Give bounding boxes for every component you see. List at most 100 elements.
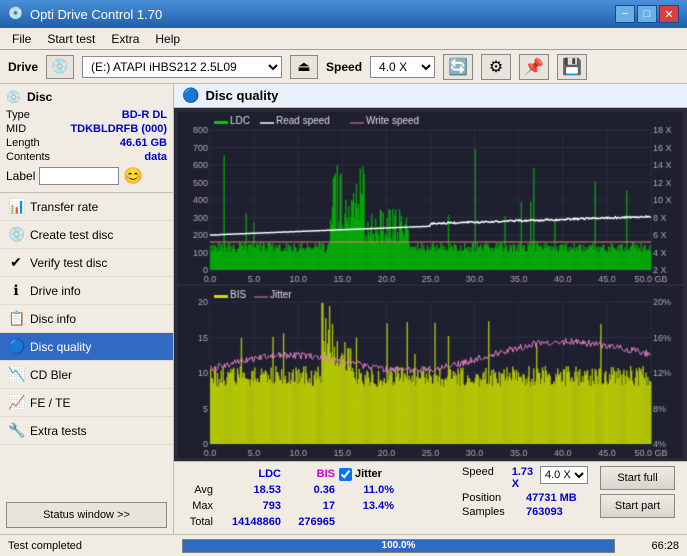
- disc-label-icon[interactable]: 😊: [123, 166, 143, 186]
- disc-mid-label: MID: [6, 123, 26, 135]
- bookmarks-button[interactable]: 📌: [519, 54, 549, 80]
- position-value: 47731 MB: [526, 492, 577, 504]
- disc-length-label: Length: [6, 137, 40, 149]
- disc-label-input[interactable]: [39, 167, 119, 185]
- menu-file[interactable]: File: [4, 30, 39, 48]
- charts-container: [174, 108, 687, 461]
- stats-row-avg: Avg 18.53 0.36 11.0%: [182, 482, 454, 498]
- ldc-chart-canvas: [178, 112, 683, 284]
- title-bar-left: 💿 Opti Drive Control 1.70: [8, 6, 162, 22]
- total-label: Total: [182, 514, 217, 530]
- window-controls: − □ ✕: [615, 5, 679, 23]
- disc-header: 💿 Disc: [6, 90, 167, 104]
- main-layout: 💿 Disc Type BD-R DL MID TDKBLDRFB (000) …: [0, 84, 687, 534]
- start-part-button[interactable]: Start part: [600, 494, 675, 518]
- disc-type-value: BD-R DL: [122, 109, 167, 121]
- sidebar-item-label: Create test disc: [30, 228, 113, 242]
- sidebar-item-transfer-rate[interactable]: 📊 Transfer rate: [0, 193, 173, 221]
- disc-contents-row: Contents data: [6, 150, 167, 164]
- disc-length-row: Length 46.61 GB: [6, 136, 167, 150]
- close-button[interactable]: ✕: [659, 5, 679, 23]
- app-title: Opti Drive Control 1.70: [30, 7, 162, 22]
- total-bis: 276965: [285, 514, 335, 530]
- save-button[interactable]: 💾: [557, 54, 587, 80]
- eject-button[interactable]: ⏏: [290, 55, 318, 79]
- stats-empty: [182, 466, 217, 482]
- disc-label-row: Label 😊: [6, 166, 167, 186]
- disc-mid-row: MID TDKBLDRFB (000): [6, 122, 167, 136]
- position-label: Position: [462, 492, 522, 504]
- disc-quality-title: Disc quality: [205, 88, 278, 103]
- speed-row: Speed 1.73 X 4.0 X: [462, 466, 588, 490]
- menu-extra[interactable]: Extra: [103, 30, 147, 48]
- total-jitter: [339, 514, 394, 530]
- disc-panel: 💿 Disc Type BD-R DL MID TDKBLDRFB (000) …: [0, 84, 173, 193]
- chart-ldc: [178, 112, 683, 284]
- disc-type-label: Type: [6, 109, 30, 121]
- max-jitter: 13.4%: [339, 498, 394, 514]
- stats-bis-header: BIS: [285, 466, 335, 482]
- content-area: 🔵 Disc quality LDC BIS: [174, 84, 687, 534]
- verify-test-disc-icon: ✔: [8, 254, 24, 271]
- drive-icon-btn[interactable]: 💿: [46, 55, 74, 79]
- speed-label: Speed: [326, 60, 362, 74]
- action-buttons: Start full Start part: [596, 466, 679, 518]
- stats-row-max: Max 793 17 13.4%: [182, 498, 454, 514]
- speed-info-select[interactable]: 4.0 X: [540, 466, 588, 484]
- cd-bler-icon: 📉: [8, 366, 24, 383]
- max-label: Max: [182, 498, 217, 514]
- sidebar-item-drive-info[interactable]: ℹ Drive info: [0, 277, 173, 305]
- disc-mid-value: TDKBLDRFB (000): [70, 123, 167, 135]
- status-window-button[interactable]: Status window >>: [6, 502, 167, 528]
- refresh-button[interactable]: 🔄: [443, 54, 473, 80]
- maximize-button[interactable]: □: [637, 5, 657, 23]
- sidebar-item-extra-tests[interactable]: 🔧 Extra tests: [0, 417, 173, 445]
- drive-label: Drive: [8, 60, 38, 74]
- menu-bar: File Start test Extra Help: [0, 28, 687, 50]
- sidebar-item-fe-te[interactable]: 📈 FE / TE: [0, 389, 173, 417]
- jitter-checkbox[interactable]: [339, 468, 352, 481]
- transfer-rate-icon: 📊: [8, 198, 24, 215]
- chart-bis: [178, 286, 683, 458]
- bis-chart-canvas: [178, 286, 683, 458]
- menu-help[interactable]: Help: [147, 30, 188, 48]
- settings-button[interactable]: ⚙: [481, 54, 511, 80]
- sidebar-item-disc-info[interactable]: 📋 Disc info: [0, 305, 173, 333]
- disc-quality-header: 🔵 Disc quality: [174, 84, 687, 108]
- avg-ldc: 18.53: [221, 482, 281, 498]
- progress-text: 100.0%: [382, 540, 416, 551]
- disc-contents-label: Contents: [6, 151, 50, 163]
- stats-jitter-header: Jitter: [339, 466, 454, 482]
- jitter-label: Jitter: [355, 466, 382, 482]
- minimize-button[interactable]: −: [615, 5, 635, 23]
- disc-header-title: Disc: [27, 90, 52, 104]
- avg-jitter: 11.0%: [339, 482, 394, 498]
- sidebar-item-cd-bler[interactable]: 📉 CD Bler: [0, 361, 173, 389]
- sidebar-item-label: Drive info: [30, 284, 81, 298]
- sidebar-item-label: CD Bler: [30, 368, 72, 382]
- speed-info-label: Speed: [462, 466, 508, 490]
- sidebar-item-label: Transfer rate: [30, 200, 98, 214]
- status-time: 66:28: [619, 540, 679, 552]
- create-test-disc-icon: 💿: [8, 226, 24, 243]
- disc-length-value: 46.61 GB: [120, 137, 167, 149]
- sidebar-item-create-test-disc[interactable]: 💿 Create test disc: [0, 221, 173, 249]
- drive-select[interactable]: (E:) ATAPI iHBS212 2.5L09: [82, 56, 282, 78]
- status-text: Test completed: [8, 540, 178, 552]
- samples-label: Samples: [462, 506, 522, 518]
- title-bar: 💿 Opti Drive Control 1.70 − □ ✕: [0, 0, 687, 28]
- samples-row: Samples 763093: [462, 506, 588, 518]
- sidebar-item-disc-quality[interactable]: 🔵 Disc quality: [0, 333, 173, 361]
- speed-select[interactable]: 4.0 X 8.0 X 2.0 X Max X: [370, 56, 435, 78]
- sidebar-item-verify-test-disc[interactable]: ✔ Verify test disc: [0, 249, 173, 277]
- disc-type-row: Type BD-R DL: [6, 108, 167, 122]
- sidebar-item-label: Verify test disc: [30, 256, 107, 270]
- extra-tests-icon: 🔧: [8, 422, 24, 439]
- fe-te-icon: 📈: [8, 394, 24, 411]
- avg-bis: 0.36: [285, 482, 335, 498]
- stats-panel: LDC BIS Jitter Avg 18.53 0.36 11.0% Max: [174, 461, 687, 534]
- menu-start-test[interactable]: Start test: [39, 30, 103, 48]
- start-full-button[interactable]: Start full: [600, 466, 675, 490]
- speed-info-value: 1.73 X: [512, 466, 536, 490]
- disc-quality-header-icon: 🔵: [182, 87, 199, 104]
